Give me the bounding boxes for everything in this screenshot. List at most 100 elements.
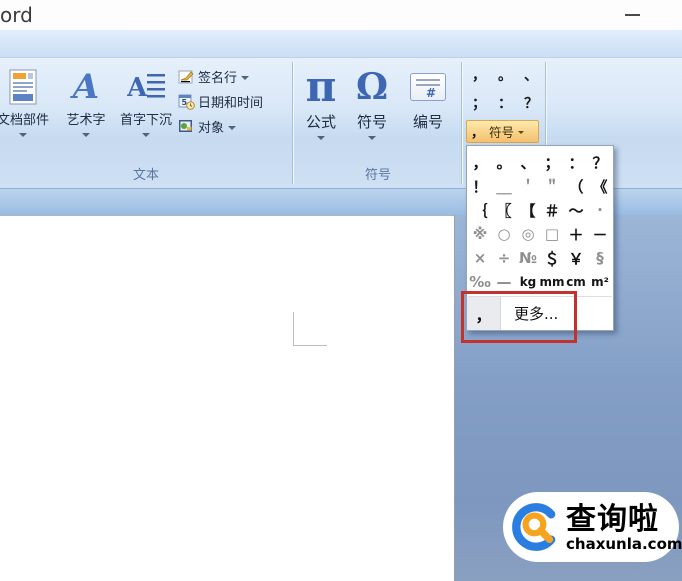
margin-crop-mark [293,312,327,346]
chevron-down-icon [518,131,525,134]
chevron-down-icon [142,133,150,138]
dropdown-symbol-cell[interactable]: ○ [492,222,516,246]
drop-cap-button[interactable]: A 首字下沉 [114,62,178,138]
gallery-symbol-cell[interactable]: 。 [492,61,518,89]
dropdown-symbol-cell[interactable]: ＂ [540,174,564,198]
dropdown-symbol-cell[interactable]: ＇ [516,174,540,198]
symbols-group-label: 符号 [364,168,391,183]
numbering-icon: # [410,73,446,101]
dropdown-symbol-cell[interactable]: － [588,222,612,246]
equation-label: 公式 [305,113,336,131]
mini-symbol-gallery: ，。、 ；：？ [466,61,544,117]
gallery-symbol-cell[interactable]: 、 [518,61,544,89]
dropdown-symbol-cell[interactable]: — [492,270,516,294]
minimize-icon [625,14,640,16]
dropdown-symbol-cell[interactable]: kg [516,270,540,294]
symbol-grid: ，。、；：？ ！ ＿ ＇＂（《 ｛〖【＃～ · ※ ○ ◎ □ ＋－ × ÷ № ＄ ￥ § ‰ — kg mm cm m² [467,146,613,296]
wordart-icon: A [72,67,100,107]
dropdown-symbol-cell[interactable]: № [516,246,540,270]
titlebar: ord [0,0,682,30]
wordart-label: 艺术字 [66,113,106,128]
watermark-domain: chaxunla.com [566,534,682,553]
dropdown-symbol-cell[interactable]: ＋ [564,222,588,246]
chevron-down-icon [368,135,376,140]
object-button[interactable]: 对象 [178,114,292,139]
dropdown-symbol-cell[interactable]: cm [564,270,588,294]
equation-button[interactable]: π 公式 [298,62,344,140]
date-time-button[interactable]: 5 日期和时间 [178,89,292,114]
dropdown-symbol-cell[interactable]: ＃ [540,198,564,222]
date-time-label: 日期和时间 [198,96,264,111]
signature-line-icon [178,70,194,84]
dropdown-symbol-cell[interactable]: ‰ [468,270,492,294]
quick-parts-label: 文档部件 [0,113,49,128]
quick-parts-button[interactable]: 文档部件 [0,62,54,138]
dropdown-symbol-cell[interactable]: § [588,246,612,270]
drop-cap-icon: A [127,73,165,102]
symbol-dropdown-panel: ，。、；：？！ ＿ ＇＂（《｛〖【＃～ · ※ ○ ◎ □ ＋－ × ÷ № ＄ ￥ § ‰ — kg mm cm m²… [466,145,614,331]
symbol-dropdown-button[interactable]: ， 符号 [466,120,539,143]
dropdown-symbol-cell[interactable]: m² [588,270,612,294]
group-separator [292,62,294,184]
text-group-side-column: 签名行 5 日期和时间 对象 [178,64,292,139]
chevron-down-icon [19,133,27,138]
chevron-down-icon [241,75,250,80]
window-title: ord [0,3,33,27]
more-item-gutter: ， [467,297,501,330]
chevron-down-icon [82,133,90,138]
symbol-button-large[interactable]: Ω 符号 [348,62,396,140]
dropdown-symbol-cell[interactable]: ＄ [540,246,564,270]
dropdown-symbol-cell[interactable]: ｛ [468,198,492,222]
watermark-brand: 查询啦 [566,501,659,537]
gallery-symbol-cell[interactable]: ？ [518,89,544,117]
dropdown-symbol-cell[interactable]: □ [540,222,564,246]
dropdown-symbol-cell[interactable]: ！ [468,174,492,198]
text-group-label: 文本 [132,168,159,183]
gallery-symbol-cell[interactable]: ： [492,89,518,117]
dropdown-symbol-cell[interactable]: 。 [492,150,516,174]
gallery-symbol-cell[interactable]: ； [466,89,492,117]
chevron-down-icon [317,135,325,140]
ribbon-tab-band [0,30,682,58]
symbol-large-label: 符号 [356,113,387,131]
numbering-button[interactable]: # 编号 [400,62,456,131]
dropdown-symbol-cell[interactable]: ￥ [564,246,588,270]
dropdown-symbol-cell[interactable]: 《 [588,174,612,198]
watermark-badge: 查询啦 chaxunla.com [503,492,682,562]
signature-line-button[interactable]: 签名行 [178,64,292,89]
dropdown-symbol-cell[interactable]: ～ [564,198,588,222]
dropdown-symbol-cell[interactable]: ？ [588,150,612,174]
svg-text:A: A [127,73,148,102]
pi-icon: π [305,62,337,111]
gallery-symbol-cell[interactable]: ， [466,61,492,89]
dropdown-symbol-cell[interactable]: ÷ [492,246,516,270]
dropdown-symbol-cell[interactable]: ※ [468,222,492,246]
dropdown-symbol-cell[interactable]: · [588,198,612,222]
dropdown-symbol-cell[interactable]: ： [564,150,588,174]
chaxunla-logo-icon [512,503,556,551]
document-page[interactable] [0,215,455,581]
drop-cap-label: 首字下沉 [119,113,172,128]
dropdown-symbol-cell[interactable]: ， [468,150,492,174]
more-symbols-item[interactable]: ， 更多... [467,297,613,330]
dropdown-symbol-cell[interactable]: ◎ [516,222,540,246]
wordart-button[interactable]: A 艺术字 [58,62,114,138]
dropdown-symbol-cell[interactable]: 、 [516,150,540,174]
signature-line-label: 签名行 [198,71,238,86]
date-time-icon: 5 [178,94,195,110]
object-label: 对象 [198,121,225,136]
more-item-label: 更多... [514,305,559,323]
dropdown-symbol-cell[interactable]: ； [540,150,564,174]
dropdown-symbol-cell[interactable]: ＿ [492,174,516,198]
dropdown-symbol-cell[interactable]: 【 [516,198,540,222]
dropdown-symbol-cell[interactable]: （ [564,174,588,198]
dropdown-symbol-cell[interactable]: mm [540,270,565,294]
dropdown-symbol-cell[interactable]: 〖 [492,198,516,222]
chevron-down-icon [228,125,237,130]
numbering-label: 编号 [412,113,443,131]
minimize-button[interactable] [622,8,644,24]
selected-symbol: ， [471,126,485,141]
omega-icon: Ω [355,66,389,108]
group-separator [461,62,463,184]
dropdown-symbol-cell[interactable]: × [468,246,492,270]
